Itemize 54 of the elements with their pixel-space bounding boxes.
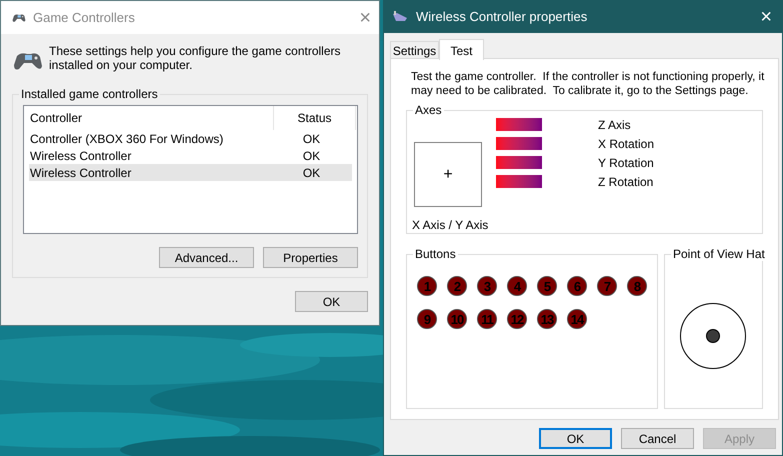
crosshair: + — [443, 166, 453, 182]
group-label: Installed game controllers — [19, 87, 160, 101]
table-cell-text: OK — [302, 130, 322, 148]
intro-text: These settings help you configure the game controllers installed on your computer. — [49, 44, 342, 72]
joystick-icon — [392, 11, 408, 23]
gamepad-icon — [11, 12, 27, 22]
tab[interactable]: Settings — [390, 41, 439, 59]
button-indicator: 2 — [447, 276, 467, 296]
button-indicator: 6 — [567, 276, 587, 296]
axis-label: Z Rotation — [598, 176, 654, 188]
table-cell-text: Controller (XBOX 360 For Windows) — [29, 130, 224, 148]
tab[interactable]: Test — [439, 39, 484, 60]
axis-bar — [496, 156, 542, 169]
button-indicator: 3 — [477, 276, 497, 296]
axis-label: X Rotation — [598, 138, 654, 150]
dialog-button[interactable]: Cancel — [621, 428, 694, 449]
table-cell-text: OK — [302, 148, 322, 164]
controller-row[interactable]: Controller (XBOX 360 For Windows) OK — [29, 130, 352, 147]
window-title: Wireless Controller properties — [416, 8, 588, 26]
table-cell-text: Wireless Controller — [29, 148, 132, 164]
dialog-button[interactable]: OK — [295, 291, 368, 312]
dialog-button[interactable]: OK — [539, 428, 612, 449]
pov-hat-drawing — [679, 302, 747, 370]
dialog-button[interactable]: Properties — [263, 247, 358, 268]
button-indicator: 5 — [537, 276, 557, 296]
table-cell-text: OK — [302, 164, 322, 182]
test-description: Test the game controller. If the controller is not functioning properly, it may need to be calibrated. To calibrate it, go to the Settings page. — [411, 70, 766, 98]
axis-bar — [496, 118, 542, 131]
axis-label: Y Rotation — [598, 156, 654, 168]
button-indicator: 10 — [447, 309, 467, 329]
axis-label: X Axis / Y Axis — [412, 217, 488, 234]
close-icon[interactable]: × — [760, 7, 772, 27]
button-indicator: 1 — [417, 276, 437, 296]
column-header[interactable]: Controller — [24, 106, 274, 130]
button-indicator: 11 — [477, 309, 497, 329]
button-indicator: 9 — [417, 309, 437, 329]
controller-row[interactable]: Wireless Controller OK — [29, 164, 352, 181]
button-indicator: 4 — [507, 276, 527, 296]
controller-row[interactable]: Wireless Controller OK — [29, 147, 352, 164]
group-label: Buttons — [413, 247, 458, 261]
window-title: Game Controllers — [33, 8, 136, 27]
axis-label: Z Axis — [598, 118, 631, 130]
button-indicator: 12 — [507, 309, 527, 329]
dialog-button[interactable]: Advanced... — [159, 247, 254, 268]
table-cell-text: Wireless Controller — [29, 164, 132, 182]
axis-bar — [496, 175, 542, 188]
button-indicator: 8 — [627, 276, 647, 296]
button-indicator: 13 — [537, 309, 557, 329]
axis-bar — [496, 137, 542, 150]
button-indicator: 7 — [597, 276, 617, 296]
column-header[interactable]: Status — [274, 106, 356, 130]
group-label: Point of View Hat — [671, 247, 767, 261]
group-label: Axes — [413, 103, 444, 117]
button-indicator: 14 — [567, 309, 587, 329]
